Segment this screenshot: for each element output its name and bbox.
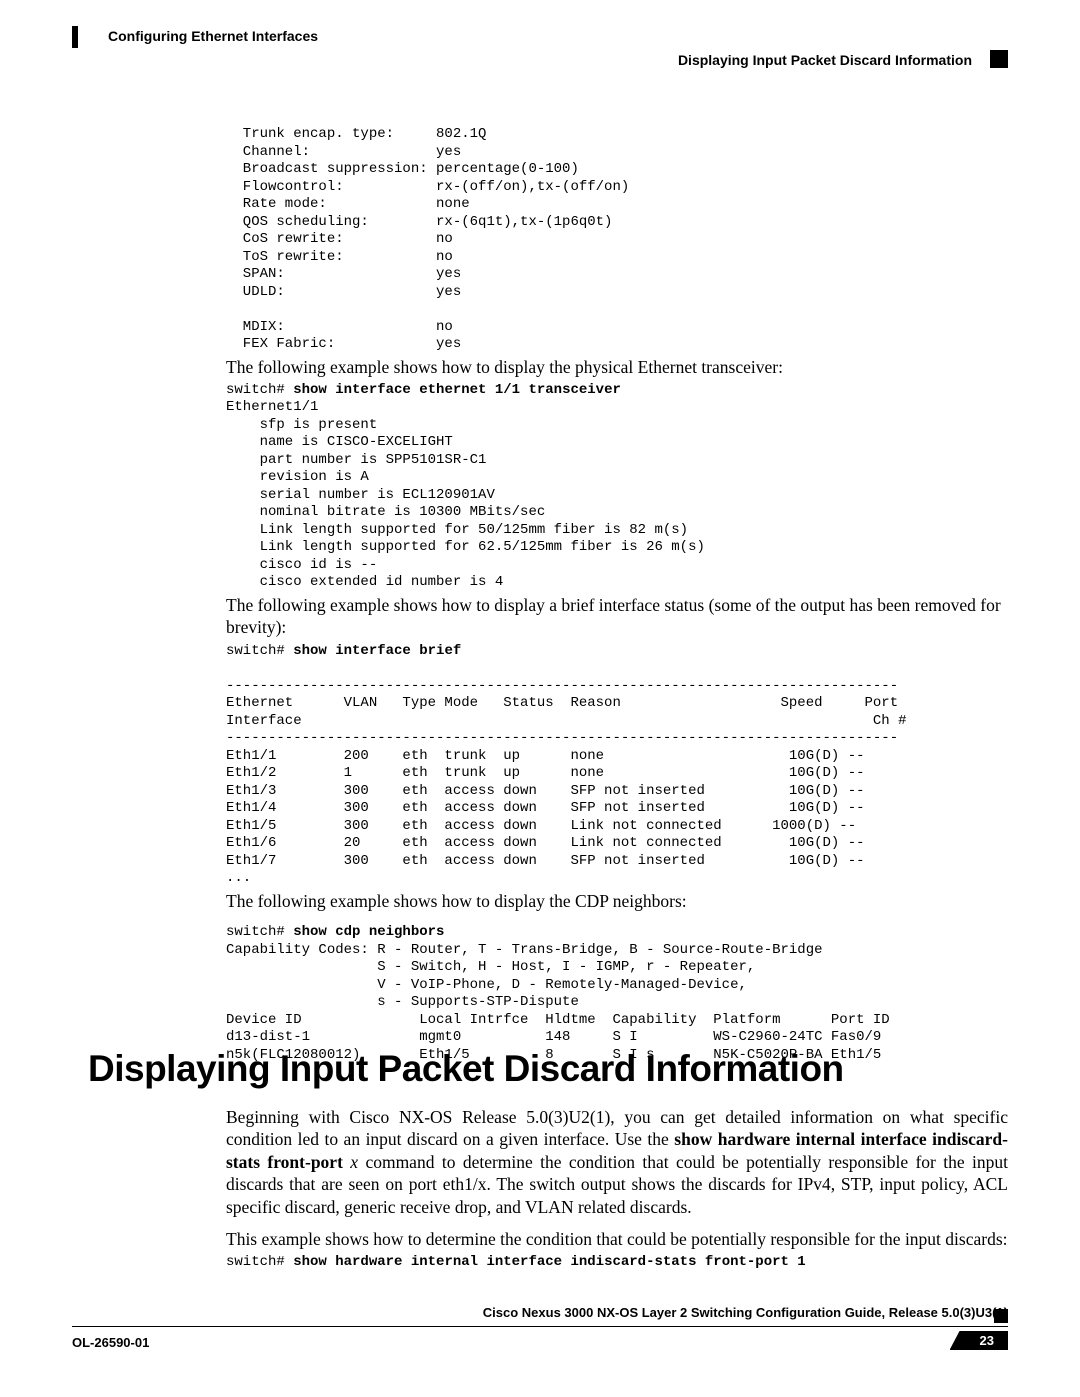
header-tick-right xyxy=(990,50,1008,68)
brief-command: show interface brief xyxy=(293,643,461,659)
body-paragraph-1: Beginning with Cisco NX-OS Release 5.0(3… xyxy=(226,1106,1008,1218)
example-command-block: switch# show hardware internal interface… xyxy=(226,1254,1008,1272)
page-footer: Cisco Nexus 3000 NX-OS Layer 2 Switching… xyxy=(72,1326,1008,1367)
cdp-intro: The following example shows how to displ… xyxy=(226,890,1008,912)
footer-doc-id: OL-26590-01 xyxy=(72,1335,149,1350)
transceiver-intro: The following example shows how to displ… xyxy=(226,356,1008,378)
content-column: Trunk encap. type: 802.1Q Channel: yes B… xyxy=(226,126,1008,1064)
section-title: Displaying Input Packet Discard Informat… xyxy=(678,52,972,68)
cdp-output: Capability Codes: R - Router, T - Trans-… xyxy=(226,942,890,1063)
section-heading: Displaying Input Packet Discard Informat… xyxy=(88,1048,844,1090)
body-paragraph-2: This example shows how to determine the … xyxy=(226,1228,1008,1250)
example-command: show hardware internal interface indisca… xyxy=(293,1254,805,1270)
brief-output: ----------------------------------------… xyxy=(226,678,907,887)
prompt: switch# xyxy=(226,643,293,659)
prompt: switch# xyxy=(226,924,293,940)
page-header: Configuring Ethernet Interfaces Displayi… xyxy=(72,26,1008,62)
prompt: switch# xyxy=(226,1254,293,1270)
prompt: switch# xyxy=(226,382,293,398)
transceiver-command: show interface ethernet 1/1 transceiver xyxy=(293,382,621,398)
brief-command-block: switch# show interface brief -----------… xyxy=(226,643,1008,888)
chapter-title: Configuring Ethernet Interfaces xyxy=(108,28,318,44)
header-tick-left xyxy=(72,26,78,48)
transceiver-command-block: switch# show interface ethernet 1/1 tran… xyxy=(226,382,1008,592)
section-body: Beginning with Cisco NX-OS Release 5.0(3… xyxy=(226,1104,1008,1272)
cdp-command-block: switch# show cdp neighbors Capability Co… xyxy=(226,924,1008,1064)
cdp-command: show cdp neighbors xyxy=(293,924,444,940)
capabilities-output: Trunk encap. type: 802.1Q Channel: yes B… xyxy=(226,126,1008,354)
footer-page-number: 23 xyxy=(950,1331,1008,1350)
transceiver-output: Ethernet1/1 sfp is present name is CISCO… xyxy=(226,399,705,590)
brief-intro: The following example shows how to displ… xyxy=(226,594,1008,639)
footer-guide-title: Cisco Nexus 3000 NX-OS Layer 2 Switching… xyxy=(483,1305,1008,1320)
